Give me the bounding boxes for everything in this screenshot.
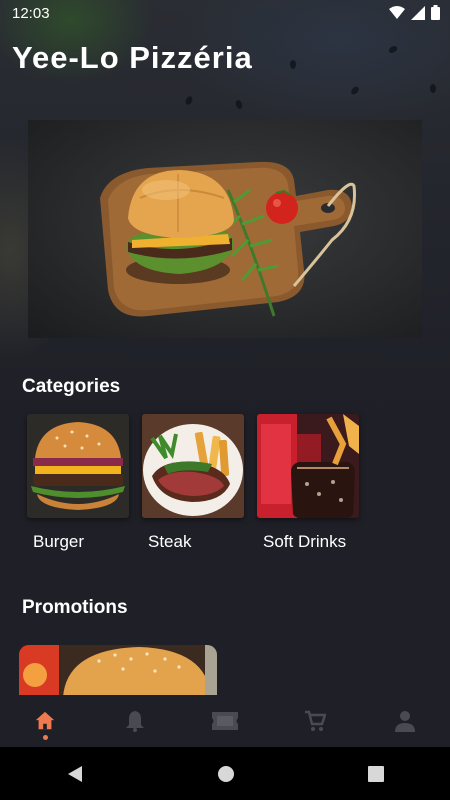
app-title: Yee-Lo Pizzéria xyxy=(12,40,253,75)
battery-icon xyxy=(431,5,440,20)
decor-seed xyxy=(387,44,399,55)
promotions-heading: Promotions xyxy=(22,597,128,618)
recents-square-icon[interactable] xyxy=(367,765,384,782)
status-icons xyxy=(389,5,440,20)
promotion-card[interactable] xyxy=(19,645,217,697)
decor-seed xyxy=(290,60,296,69)
app-screen: 12:03 Yee-Lo Pizzéria Categories Burger … xyxy=(0,0,450,800)
person-icon xyxy=(395,711,415,732)
decor-seed xyxy=(184,95,194,106)
burger-photo xyxy=(27,414,129,518)
categories-heading: Categories xyxy=(22,376,121,397)
nav-tickets[interactable] xyxy=(195,695,255,747)
category-card-steak[interactable] xyxy=(142,414,244,518)
burger-board-illustration xyxy=(100,161,357,317)
category-card-soft-drinks[interactable] xyxy=(257,414,359,518)
cart-icon xyxy=(305,710,326,731)
steak-photo xyxy=(142,414,244,518)
decor-seed xyxy=(349,85,361,96)
system-navigation-bar xyxy=(0,747,450,800)
wifi-icon xyxy=(389,5,405,19)
active-indicator-dot xyxy=(42,735,48,740)
nav-profile[interactable] xyxy=(375,695,435,747)
status-time: 12:03 xyxy=(12,5,50,22)
home-icon xyxy=(35,711,55,730)
back-icon[interactable] xyxy=(66,765,84,783)
bottom-navigation xyxy=(0,695,450,747)
category-label-burger: Burger xyxy=(33,532,85,551)
decor-seed xyxy=(430,84,436,93)
home-circle-icon[interactable] xyxy=(217,765,235,783)
category-label-steak: Steak xyxy=(148,532,192,551)
ticket-icon xyxy=(212,712,238,730)
bell-icon xyxy=(126,711,144,732)
nav-cart[interactable] xyxy=(285,695,345,747)
hero-banner-image[interactable] xyxy=(28,120,422,338)
nav-home[interactable] xyxy=(15,695,75,747)
category-card-burger[interactable] xyxy=(27,414,129,518)
status-bar: 12:03 xyxy=(0,0,450,28)
decor-seed xyxy=(234,99,244,110)
category-label-soft-drinks: Soft Drinks xyxy=(263,532,347,551)
signal-icon xyxy=(411,5,425,20)
nav-notifications[interactable] xyxy=(105,695,165,747)
soft-drinks-photo xyxy=(257,414,359,518)
promotion-burger-photo xyxy=(19,645,217,697)
